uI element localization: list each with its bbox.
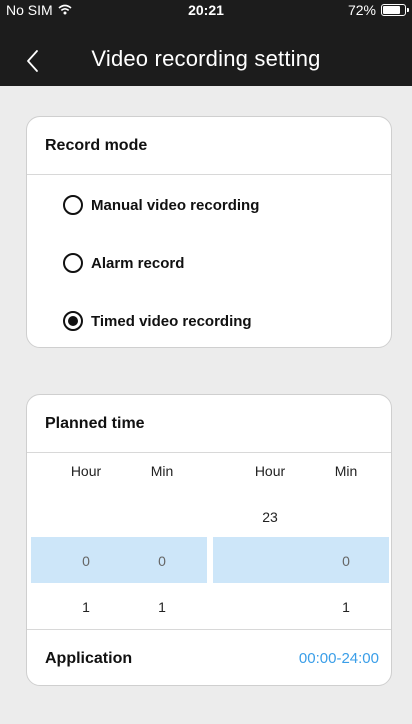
end-hour-header: Hour	[254, 463, 286, 479]
wheel-item: 1	[82, 599, 90, 615]
radio-button[interactable]	[63, 195, 83, 215]
status-right: 72%	[347, 2, 409, 18]
radio-button-checked[interactable]	[63, 311, 83, 331]
wheel-item: 1	[342, 599, 350, 615]
wheel-item-selected: 0	[158, 553, 166, 569]
planned-time-card: Planned time Hour Min Hour Min 0 1 0 1 2…	[26, 394, 392, 686]
start-hour-header: Hour	[70, 463, 102, 479]
radio-label: Alarm record	[91, 254, 185, 272]
radio-manual-video-recording[interactable]: Manual video recording	[63, 195, 259, 215]
radio-timed-video-recording[interactable]: Timed video recording	[63, 311, 252, 331]
page-title: Video recording setting	[91, 46, 321, 71]
radio-button[interactable]	[63, 253, 83, 273]
battery-percent: 72%	[347, 2, 376, 18]
record-mode-card: Record mode Manual video recording Alarm…	[26, 116, 392, 348]
battery-icon	[381, 4, 409, 16]
top-bar: No SIM 20:21 72% Video recording setting	[0, 0, 412, 86]
radio-alarm-record[interactable]: Alarm record	[63, 253, 184, 273]
status-bar: No SIM 20:21 72%	[0, 0, 412, 20]
radio-label: Timed video recording	[91, 312, 252, 330]
wheel-item-selected: 0	[82, 553, 90, 569]
end-min-header: Min	[334, 463, 358, 479]
application-row[interactable]: Application 00:00-24:00	[27, 630, 391, 685]
record-mode-title: Record mode	[27, 117, 391, 175]
start-min-header: Min	[150, 463, 174, 479]
planned-time-title: Planned time	[27, 395, 391, 453]
application-label: Application	[45, 649, 133, 667]
wheel-item: 23	[262, 509, 278, 525]
wheel-item: 1	[158, 599, 166, 615]
application-time-range[interactable]: 00:00-24:00	[299, 650, 379, 667]
nav-bar: Video recording setting	[0, 38, 412, 82]
radio-label: Manual video recording	[91, 196, 260, 214]
wheel-item-selected: 0	[342, 553, 350, 569]
